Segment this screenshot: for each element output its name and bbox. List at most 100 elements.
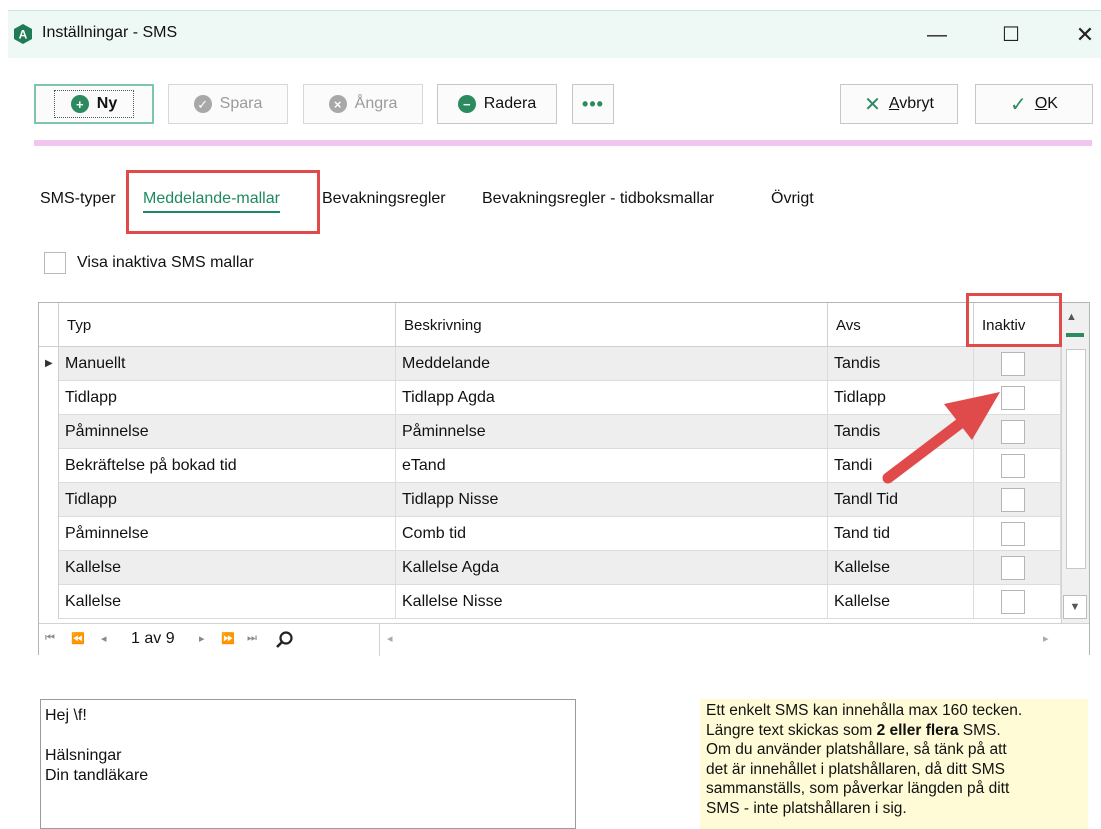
cell-beskrivning[interactable]: Meddelande xyxy=(396,347,828,381)
vertical-scrollbar[interactable]: ▲ xyxy=(1061,303,1089,623)
inactive-checkbox[interactable] xyxy=(1001,420,1025,444)
row-selector[interactable] xyxy=(39,585,59,619)
table-row[interactable]: Tidlapp Tidlapp Agda Tidlapp xyxy=(39,381,1061,415)
cell-avs[interactable]: Kallelse xyxy=(828,551,974,585)
table-row[interactable]: Bekräftelse på bokad tid eTand Tandi xyxy=(39,449,1061,483)
ok-button[interactable]: ✓ OK xyxy=(975,84,1093,124)
undo-button-label: Ångra xyxy=(354,95,398,112)
inactive-checkbox[interactable] xyxy=(1001,590,1025,614)
tab-sms-typer[interactable]: SMS-typer xyxy=(40,190,116,208)
row-selector[interactable] xyxy=(39,517,59,551)
cell-beskrivning[interactable]: Comb tid xyxy=(396,517,828,551)
row-selector[interactable] xyxy=(39,449,59,483)
tab-bevakningsregler[interactable]: Bevakningsregler xyxy=(322,190,446,208)
check-circle-icon: ✓ xyxy=(193,95,212,113)
cell-typ[interactable]: Manuellt xyxy=(59,347,396,381)
table-row[interactable]: Kallelse Kallelse Nisse Kallelse xyxy=(39,585,1061,619)
cell-typ[interactable]: Kallelse xyxy=(59,585,396,619)
cancel-button-label: Avbryt xyxy=(888,95,934,112)
cancel-button[interactable]: ✕ Avbryt xyxy=(840,84,958,124)
message-text-area[interactable]: Hej \f! Hälsningar Din tandläkare xyxy=(40,699,576,829)
row-selector[interactable] xyxy=(39,415,59,449)
cell-beskrivning[interactable]: Tidlapp Nisse xyxy=(396,483,828,517)
cell-beskrivning[interactable]: Tidlapp Agda xyxy=(396,381,828,415)
table-row[interactable]: Kallelse Kallelse Agda Kallelse xyxy=(39,551,1061,585)
cell-avs[interactable]: Tandi xyxy=(828,449,974,483)
cell-typ[interactable]: Påminnelse xyxy=(59,415,396,449)
cell-beskrivning[interactable]: eTand xyxy=(396,449,828,483)
cell-beskrivning[interactable]: Påminnelse xyxy=(396,415,828,449)
cell-avs[interactable]: Tand tid xyxy=(828,517,974,551)
cell-avs[interactable]: Tidlapp xyxy=(828,381,974,415)
cell-beskrivning[interactable]: Kallelse Nisse xyxy=(396,585,828,619)
close-button[interactable]: ✕ xyxy=(1070,21,1100,49)
row-selector[interactable] xyxy=(39,381,59,415)
previous-page-icon[interactable]: ⏪ xyxy=(71,632,85,645)
show-inactive-checkbox[interactable] xyxy=(44,252,66,274)
inactive-checkbox[interactable] xyxy=(1001,522,1025,546)
table-row[interactable]: Påminnelse Comb tid Tand tid xyxy=(39,517,1061,551)
inactive-checkbox[interactable] xyxy=(1001,386,1025,410)
info-line: Om du använder platshållare, så tänk på … xyxy=(706,741,1007,758)
cell-avs[interactable]: Tandis xyxy=(828,415,974,449)
column-header-avs[interactable]: Avs xyxy=(828,303,974,347)
cell-beskrivning[interactable]: Kallelse Agda xyxy=(396,551,828,585)
next-record-icon[interactable]: ▸ xyxy=(199,632,205,645)
scroll-left-icon[interactable]: ◂ xyxy=(387,632,393,645)
scroll-thumb[interactable] xyxy=(1066,349,1086,569)
navigator-separator xyxy=(379,624,380,656)
cell-inaktiv xyxy=(974,415,1061,449)
inactive-checkbox[interactable] xyxy=(1001,556,1025,580)
row-selector[interactable] xyxy=(39,551,59,585)
scroll-down-button[interactable]: ▼ xyxy=(1063,595,1087,619)
cell-typ[interactable]: Bekräftelse på bokad tid xyxy=(59,449,396,483)
cell-avs[interactable]: Tandl Tid xyxy=(828,483,974,517)
delete-button-label: Radera xyxy=(483,95,537,112)
first-page-icon[interactable]: ⏮ xyxy=(45,632,55,645)
delete-button[interactable]: − Radera xyxy=(437,84,557,124)
cell-typ[interactable]: Tidlapp xyxy=(59,483,396,517)
inactive-checkbox[interactable] xyxy=(1001,454,1025,478)
row-selector[interactable]: ▶ xyxy=(39,347,59,381)
table-row[interactable]: ▶ Manuellt Meddelande Tandis xyxy=(39,347,1061,381)
more-options-button[interactable]: ••• xyxy=(572,84,614,124)
cell-inaktiv xyxy=(974,347,1061,381)
save-button[interactable]: ✓ Spara xyxy=(168,84,288,124)
message-line: Din tandläkare xyxy=(45,767,149,784)
cell-typ[interactable]: Tidlapp xyxy=(59,381,396,415)
table-row[interactable]: Tidlapp Tidlapp Nisse Tandl Tid xyxy=(39,483,1061,517)
previous-record-icon[interactable]: ◂ xyxy=(101,632,107,645)
cell-avs[interactable]: Tandis xyxy=(828,347,974,381)
row-selector[interactable] xyxy=(39,483,59,517)
sms-info-box: Ett enkelt SMS kan innehålla max 160 tec… xyxy=(700,699,1088,829)
inactive-checkbox[interactable] xyxy=(1001,352,1025,376)
column-header-typ[interactable]: Typ xyxy=(59,303,396,347)
search-icon[interactable] xyxy=(275,630,295,650)
info-line: Ett enkelt SMS kan innehålla max 160 tec… xyxy=(706,702,1023,719)
app-logo-icon: A xyxy=(14,24,32,44)
last-page-icon[interactable]: ⏭ xyxy=(247,632,257,645)
minimize-button[interactable]: — xyxy=(922,21,952,49)
cell-inaktiv xyxy=(974,449,1061,483)
scroll-up-icon[interactable]: ▲ xyxy=(1066,311,1077,323)
next-page-icon[interactable]: ⏩ xyxy=(221,632,235,645)
inactive-checkbox[interactable] xyxy=(1001,488,1025,512)
highlight-box-tab xyxy=(126,170,320,234)
column-header-beskrivning[interactable]: Beskrivning xyxy=(396,303,828,347)
highlight-box-inaktiv xyxy=(966,293,1062,347)
cell-inaktiv xyxy=(974,551,1061,585)
undo-button[interactable]: × Ångra xyxy=(303,84,423,124)
cell-avs[interactable]: Kallelse xyxy=(828,585,974,619)
maximize-button[interactable]: ☐ xyxy=(996,21,1026,49)
scroll-right-icon[interactable]: ▸ xyxy=(1043,632,1049,645)
cell-typ[interactable]: Kallelse xyxy=(59,551,396,585)
cell-typ[interactable]: Påminnelse xyxy=(59,517,396,551)
tab-bevakningsregler-tidboksmallar[interactable]: Bevakningsregler - tidboksmallar xyxy=(482,190,714,208)
close-circle-icon: × xyxy=(328,95,347,113)
separator xyxy=(34,140,1092,146)
new-button[interactable]: + Ny xyxy=(34,84,154,124)
tab-ovrigt[interactable]: Övrigt xyxy=(771,190,814,208)
current-row-icon: ▶ xyxy=(45,358,53,369)
grid-corner xyxy=(39,303,59,347)
table-row[interactable]: Påminnelse Påminnelse Tandis xyxy=(39,415,1061,449)
